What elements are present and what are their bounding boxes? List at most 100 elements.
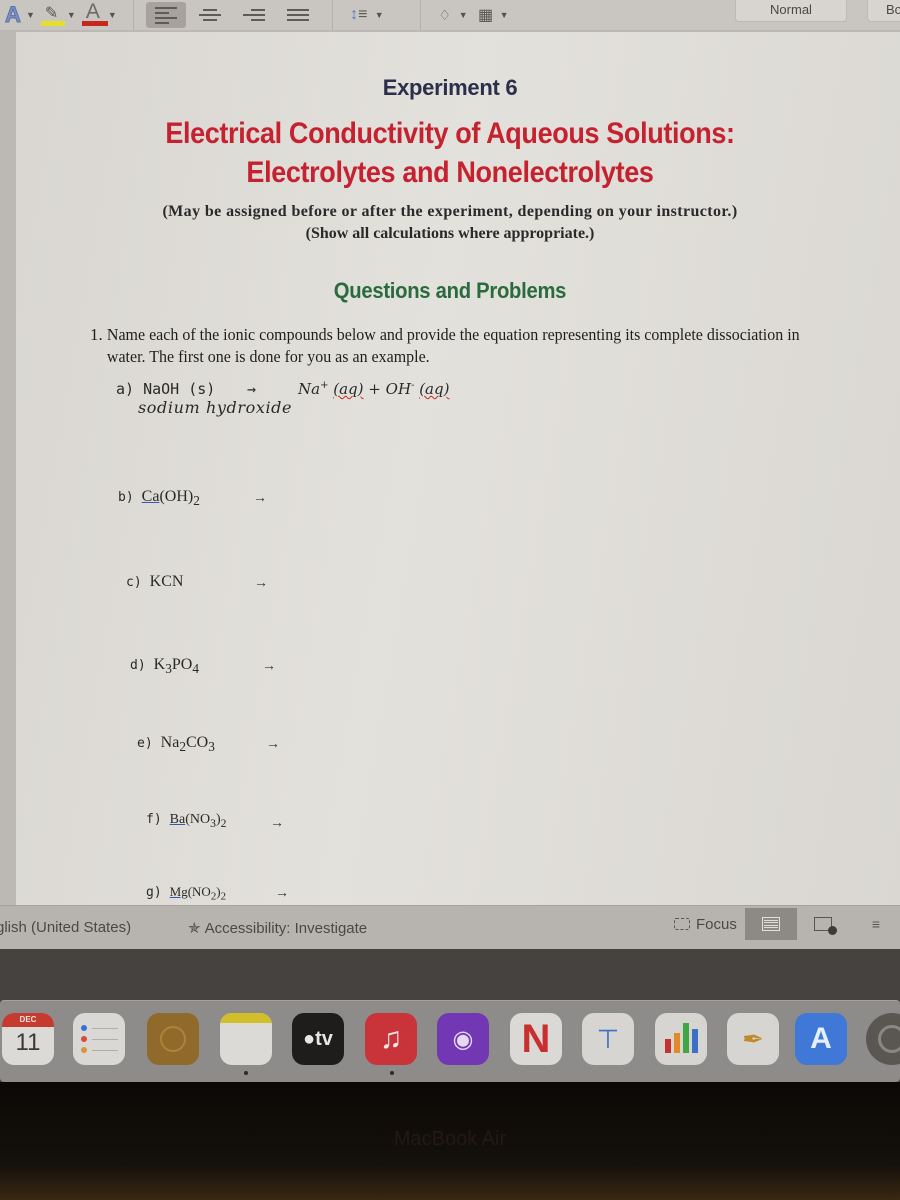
- assignment-note: (May be assigned before or after the exp…: [162, 203, 738, 220]
- item-e-arrow: →: [266, 735, 280, 751]
- formula-part: Ca: [141, 488, 160, 505]
- status-bar: glish (United States) ✯ Accessibility: I…: [0, 905, 900, 949]
- outline-view-button[interactable]: ≡: [850, 908, 900, 940]
- item-d: d) K3PO4: [130, 656, 199, 677]
- reminder-row: [81, 1036, 118, 1042]
- system-preferences-icon[interactable]: [866, 1013, 900, 1065]
- shading-dropdown-chevron-icon[interactable]: ▼: [459, 10, 468, 20]
- podcasts-app-icon[interactable]: ◉: [437, 1013, 489, 1065]
- print-layout-icon: [762, 917, 780, 931]
- calendar-day: 11: [15, 1029, 41, 1056]
- camera-ring-icon: [160, 1026, 186, 1052]
- news-app-icon[interactable]: N: [510, 1013, 562, 1065]
- formula-part: Ba: [169, 812, 186, 827]
- state-aq: (aq): [333, 380, 364, 398]
- item-g-arrow: →: [275, 884, 289, 900]
- calendar-month: DEC: [2, 1013, 54, 1027]
- styles-gallery: Normal Body: [684, 0, 900, 30]
- notes-app-icon[interactable]: [220, 1013, 272, 1065]
- music-app-icon[interactable]: ♫: [365, 1013, 417, 1065]
- style-body[interactable]: Body: [867, 0, 900, 22]
- item-b-arrow: →: [253, 489, 267, 505]
- reminder-dot: [81, 1047, 87, 1053]
- language-status[interactable]: glish (United States): [0, 919, 131, 936]
- document-title-line-2: Electrolytes and Nonelectrolytes: [246, 156, 654, 189]
- item-label: g): [146, 885, 162, 900]
- style-normal[interactable]: Normal: [735, 0, 847, 22]
- web-layout-icon: [814, 917, 837, 935]
- borders-icon[interactable]: ▦: [474, 2, 498, 28]
- example-arrow: →: [247, 380, 257, 398]
- align-line: [242, 14, 265, 16]
- item-b: b) Ca(OH)2: [118, 488, 200, 509]
- text-effects-icon[interactable]: A: [2, 2, 24, 28]
- line-spacing-dropdown-chevron-icon[interactable]: ▼: [375, 10, 384, 20]
- formula-part: (OH): [159, 488, 194, 505]
- highlight-color-button[interactable]: ✎: [40, 3, 65, 27]
- reminder-row: [81, 1047, 118, 1053]
- font-color-button[interactable]: A: [81, 0, 108, 28]
- borders-dropdown-chevron-icon[interactable]: ▼: [500, 10, 509, 20]
- align-left-icon: [154, 6, 177, 9]
- laptop-brand-label: MacBook Air: [393, 1128, 507, 1150]
- reminder-line: [92, 1038, 118, 1040]
- product-anion: OH: [385, 380, 412, 398]
- accessibility-label: Accessibility: Investigate: [204, 919, 368, 937]
- print-layout-view-button[interactable]: [745, 908, 797, 940]
- calendar-app-icon[interactable]: DEC 11: [2, 1013, 54, 1065]
- state-aq: (aq): [419, 380, 450, 398]
- item-label: d): [130, 658, 146, 673]
- toolbar-divider: [419, 0, 421, 30]
- apple-tv-app-icon[interactable]: ●tv: [292, 1013, 344, 1065]
- question-1: 1. Name each of the ionic compounds belo…: [90, 324, 850, 368]
- tv-label: ●tv: [303, 1027, 333, 1050]
- align-line: [154, 21, 169, 24]
- item-d-arrow: →: [262, 657, 276, 673]
- justify-icon: [286, 9, 309, 11]
- align-right-icon: [250, 9, 265, 11]
- align-right-button[interactable]: [234, 2, 274, 28]
- web-layout-view-button[interactable]: [797, 908, 849, 940]
- reminder-dot: [81, 1025, 87, 1031]
- align-line: [286, 14, 309, 16]
- item-f: f) Ba(NO3)2: [146, 812, 226, 830]
- reminders-app-icon[interactable]: [73, 1013, 125, 1065]
- formula-part: CO: [185, 734, 209, 751]
- accessibility-status[interactable]: ✯ Accessibility: Investigate: [188, 919, 368, 938]
- dock: DEC 11 ●tv ♫ ◉ N ⊤ ✒ A: [0, 1000, 900, 1082]
- align-left-button[interactable]: [145, 2, 186, 28]
- shading-icon[interactable]: ♢: [433, 2, 457, 28]
- example-compound-name: sodium hydroxide: [138, 398, 293, 417]
- font-color-dropdown-chevron-icon[interactable]: ▼: [108, 10, 117, 20]
- ribbon-toolbar: A ▼ ✎ ▼ A ▼ ↕ ≡ ▼ ♢ ▼ ▦ ▼ Normal Bo: [0, 0, 900, 30]
- bar: [664, 1039, 671, 1053]
- text-effects-dropdown-chevron-icon[interactable]: ▼: [26, 10, 35, 20]
- line-spacing-icon[interactable]: ↕ ≡: [345, 2, 373, 28]
- formula-part: Mg: [169, 884, 188, 899]
- pages-app-icon[interactable]: ✒: [727, 1013, 779, 1065]
- focus-label: Focus: [696, 915, 737, 933]
- accessibility-icon: ✯: [188, 920, 201, 937]
- reminder-dot: [81, 1036, 87, 1042]
- bar: [673, 1033, 680, 1053]
- numbers-app-icon[interactable]: [655, 1013, 707, 1065]
- formula-subscript: 2: [220, 890, 227, 903]
- formula-part: (NO: [187, 884, 211, 899]
- highlight-dropdown-chevron-icon[interactable]: ▼: [67, 10, 76, 20]
- outline-icon: ≡: [871, 916, 881, 932]
- document-title-line-1: Electrical Conductivity of Aqueous Solut…: [165, 117, 735, 150]
- keynote-app-icon[interactable]: ⊤: [582, 1013, 634, 1065]
- cation-charge: +: [320, 380, 329, 391]
- focus-button[interactable]: Focus: [660, 908, 750, 940]
- photo-booth-app-icon[interactable]: [147, 1013, 199, 1065]
- reminder-line: [92, 1049, 118, 1051]
- formula-subscript: 2: [179, 739, 186, 755]
- app-store-icon[interactable]: A: [795, 1013, 847, 1065]
- align-center-button[interactable]: [190, 2, 230, 28]
- justify-button[interactable]: [278, 2, 318, 28]
- align-line: [202, 19, 217, 21]
- formula-part: PO: [171, 656, 193, 673]
- focus-icon: [674, 918, 690, 930]
- formula-subscript: 4: [192, 661, 200, 677]
- item-e: e) Na2CO3: [137, 734, 215, 755]
